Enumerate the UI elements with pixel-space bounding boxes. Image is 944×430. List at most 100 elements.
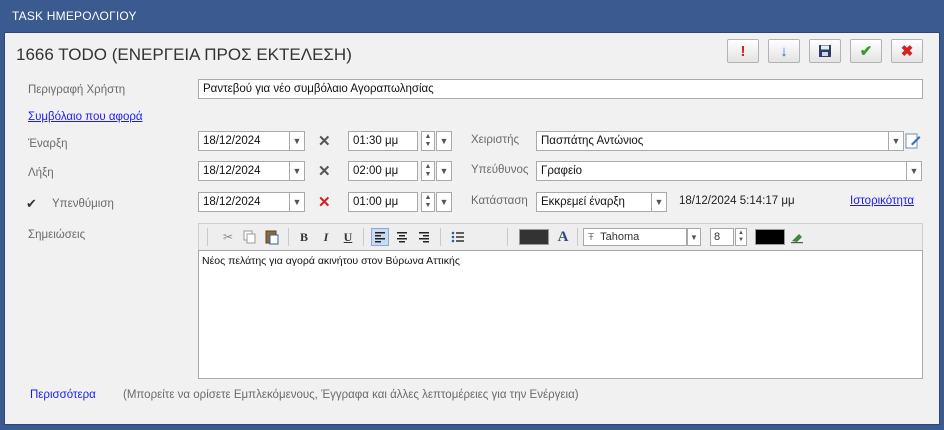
handler-label: Χειριστής (471, 134, 520, 146)
user-description-label: Περιγραφή Χρήστη (28, 84, 126, 96)
status-dropdown[interactable]: ▼ (651, 192, 667, 212)
toolbar-separator (207, 228, 208, 246)
clipboard-icon (265, 230, 279, 245)
responsible-label: Υπεύθυνος (471, 164, 529, 176)
contract-link[interactable]: Συμβόλαιο που αφορά (28, 111, 143, 123)
toolbar-separator (363, 228, 364, 246)
edit-handler-icon[interactable] (905, 132, 921, 150)
edit-document-icon (905, 133, 921, 149)
clear-start-icon[interactable]: ✕ (318, 132, 331, 150)
cut-icon[interactable]: ✂ (219, 228, 237, 246)
exclamation-icon: ! (740, 42, 746, 60)
end-time-input[interactable]: 02:00 μμ (348, 161, 418, 181)
truetype-icon: Ŧ (588, 231, 595, 243)
reminder-label: Υπενθύμιση (52, 198, 114, 210)
chevron-down-icon: ▼ (909, 166, 919, 176)
italic-button[interactable]: I (317, 228, 335, 246)
bullet-list-icon (451, 231, 464, 243)
toolbar-separator (440, 228, 441, 246)
reminder-time-input[interactable]: 01:00 μμ (348, 192, 418, 212)
underline-button[interactable]: U (339, 228, 357, 246)
reminder-time-spinner[interactable]: ▲ ▼ (421, 192, 435, 212)
chevron-down-icon: ▼ (439, 136, 449, 146)
save-button[interactable] (809, 39, 841, 63)
font-size-spinner[interactable]: ▲ ▼ (735, 228, 747, 246)
reminder-date-dropdown[interactable]: ▼ (289, 192, 305, 212)
toolbar-separator (577, 228, 578, 246)
bullet-list-button[interactable] (449, 228, 467, 246)
align-center-icon (397, 232, 407, 243)
copy-icon[interactable] (241, 228, 259, 246)
align-right-icon (419, 232, 429, 243)
reminder-date-input[interactable]: 18/12/2024 (198, 192, 290, 212)
window-title: TASK ΗΜΕΡΟΛΟΓΙΟΥ (12, 9, 137, 23)
priority-button[interactable]: ! (727, 39, 759, 63)
chevron-down-icon: ▼ (891, 136, 901, 146)
clear-reminder-icon[interactable]: ✕ (318, 193, 331, 211)
end-time-spinner[interactable]: ▲ ▼ (421, 161, 435, 181)
arrow-down-icon: ↓ (780, 42, 788, 60)
status-label: Κατάσταση (471, 195, 528, 207)
eraser-icon (791, 234, 803, 244)
status-select[interactable]: Εκκρεμεί έναρξη (536, 192, 652, 212)
responsible-dropdown[interactable]: ▼ (906, 161, 922, 181)
more-hint: (Μπορείτε να ορίσετε Εμπλεκόμενους, Έγγρ… (123, 389, 579, 401)
highlight-color-button[interactable] (519, 228, 549, 246)
start-time-spinner[interactable]: ▲ ▼ (421, 131, 435, 151)
handler-select[interactable]: Πασπάτης Αντώνιος (536, 131, 889, 151)
end-label: Λήξη (28, 167, 54, 179)
end-time-dropdown[interactable]: ▼ (436, 161, 452, 181)
align-left-button[interactable] (371, 228, 389, 246)
font-family-select[interactable]: Ŧ Tahoma (583, 228, 687, 246)
task-panel: 1666 TODO (ΕΝΕΡΓΕΙΑ ΠΡΟΣ ΕΚΤΕΛΕΣΗ) ! ↓ ✔… (4, 32, 940, 425)
more-link[interactable]: Περισσότερα (30, 389, 96, 401)
clear-end-icon[interactable]: ✕ (318, 162, 331, 180)
chevron-down-icon: ▼ (690, 232, 698, 242)
paste-icon[interactable] (263, 228, 281, 246)
toolbar-separator (288, 228, 289, 246)
user-description-input[interactable]: Ραντεβού για νέο συμβόλαιο Αγοραπωλησίας (198, 79, 923, 99)
confirm-button[interactable]: ✔ (850, 39, 882, 63)
start-date-dropdown[interactable]: ▼ (289, 131, 305, 151)
font-size-input[interactable]: 8 (710, 228, 734, 246)
end-date-dropdown[interactable]: ▼ (289, 161, 305, 181)
chevron-down-icon: ▼ (292, 136, 302, 146)
color-swatch-icon (755, 229, 785, 245)
end-date-input[interactable]: 18/12/2024 (198, 161, 290, 181)
chevron-down-icon: ▼ (439, 197, 449, 207)
font-family-value: Tahoma (600, 231, 640, 243)
bold-button[interactable]: B (295, 228, 313, 246)
font-family-dropdown[interactable]: ▼ (687, 228, 701, 246)
floppy-disk-icon (819, 45, 831, 57)
font-color-button[interactable] (755, 228, 785, 246)
copy-glyph-icon (243, 230, 256, 244)
reminder-time-dropdown[interactable]: ▼ (436, 192, 452, 212)
color-swatch-icon (519, 229, 549, 245)
start-label: Έναρξη (28, 138, 68, 150)
start-time-dropdown[interactable]: ▼ (436, 131, 452, 151)
toolbar-separator (507, 228, 508, 246)
close-icon: ✖ (900, 43, 914, 60)
responsible-select[interactable]: Γραφείο (536, 161, 907, 181)
task-calendar-window: TASK ΗΜΕΡΟΛΟΓΙΟΥ 1666 TODO (ΕΝΕΡΓΕΙΑ ΠΡΟ… (0, 0, 944, 430)
checkmark-icon: ✔ (859, 43, 873, 60)
align-left-icon (375, 232, 385, 243)
handler-dropdown[interactable]: ▼ (888, 131, 904, 151)
text-color-button[interactable]: A (555, 228, 571, 246)
notes-editor[interactable]: Νέος πελάτης για αγορά ακινήτου στον Βύρ… (198, 250, 923, 379)
editor-toolbar: ✂ B I U A Ŧ Tahoma ▼ 8 ▲ ▼ (198, 223, 923, 251)
chevron-down-icon: ▼ (439, 166, 449, 176)
clear-format-icon[interactable] (789, 228, 805, 246)
chevron-down-icon: ▼ (292, 197, 302, 207)
align-center-button[interactable] (393, 228, 411, 246)
start-time-input[interactable]: 01:30 μμ (348, 131, 418, 151)
chevron-down-icon: ▼ (654, 197, 664, 207)
align-right-button[interactable] (415, 228, 433, 246)
start-date-input[interactable]: 18/12/2024 (198, 131, 290, 151)
chevron-down-icon: ▼ (292, 166, 302, 176)
reminder-checkbox[interactable]: ✔ (26, 197, 39, 210)
history-link[interactable]: Ιστορικότητα (850, 195, 914, 207)
status-timestamp: 18/12/2024 5:14:17 μμ (679, 195, 795, 207)
move-down-button[interactable]: ↓ (768, 39, 800, 63)
cancel-button[interactable]: ✖ (891, 39, 923, 63)
